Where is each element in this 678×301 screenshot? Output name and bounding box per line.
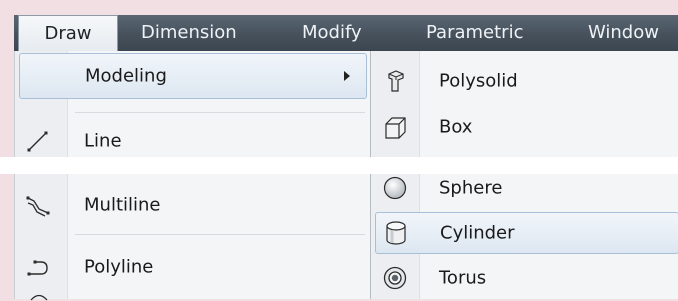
menu-item-polysolid[interactable]: Polysolid bbox=[371, 59, 678, 103]
menu-item-torus[interactable]: Torus bbox=[371, 257, 678, 299]
menu-item-label: Polyline bbox=[84, 256, 154, 278]
menu-item-label: Cylinder bbox=[440, 222, 515, 244]
image-band bbox=[0, 157, 678, 174]
menu-item-label: Box bbox=[439, 116, 473, 138]
sphere-icon bbox=[383, 176, 407, 200]
menu-parametric[interactable]: Parametric bbox=[426, 15, 523, 51]
menu-item-polyline[interactable]: Polyline bbox=[15, 245, 371, 289]
cylinder-icon bbox=[386, 221, 406, 245]
modeling-submenu: Polysolid Box Sphere Cylinder Torus bbox=[370, 51, 678, 299]
draw-menu: Modeling Line Multiline Polyline bbox=[14, 51, 371, 301]
menu-bar: Draw Dimension Modify Parametric Window bbox=[14, 15, 678, 52]
separator bbox=[75, 112, 365, 113]
menu-item-label: Line bbox=[84, 130, 122, 152]
menu-draw[interactable]: Draw bbox=[18, 15, 118, 51]
menu-dimension[interactable]: Dimension bbox=[141, 15, 237, 51]
menu-item-label: Modeling bbox=[85, 65, 167, 87]
torus-icon bbox=[383, 266, 407, 290]
menu-item-multiline[interactable]: Multiline bbox=[15, 183, 371, 227]
menu-item-label: Polysolid bbox=[439, 70, 518, 92]
menu-item-sphere[interactable]: Sphere bbox=[371, 169, 678, 207]
menu-item-label: Sphere bbox=[439, 177, 503, 199]
separator bbox=[75, 234, 365, 235]
partial-icon bbox=[30, 294, 48, 301]
polysolid-icon bbox=[388, 70, 404, 92]
polyline-icon bbox=[27, 260, 48, 276]
box-icon bbox=[385, 117, 406, 139]
menu-item-cylinder[interactable]: Cylinder bbox=[375, 212, 678, 254]
menu-window[interactable]: Window bbox=[588, 15, 659, 51]
menu-item-box[interactable]: Box bbox=[371, 103, 678, 153]
menu-item-label: Torus bbox=[439, 267, 487, 289]
line-icon bbox=[27, 131, 48, 152]
menu-modify[interactable]: Modify bbox=[302, 15, 362, 51]
submenu-arrow-icon bbox=[344, 71, 350, 81]
multiline-icon bbox=[26, 196, 50, 217]
menu-item-label: Multiline bbox=[84, 194, 161, 216]
menu-item-modeling[interactable]: Modeling bbox=[19, 53, 367, 99]
